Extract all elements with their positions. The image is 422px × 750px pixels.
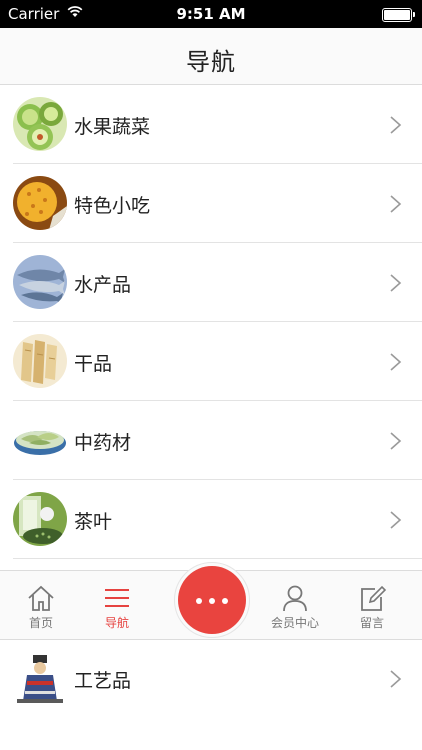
tab-home[interactable]: 首页 xyxy=(6,571,76,639)
more-icon xyxy=(178,566,246,634)
herbal-medicine-thumbnail xyxy=(13,413,67,467)
more-button[interactable] xyxy=(174,562,250,638)
tab-label: 留言 xyxy=(359,616,384,630)
dried-goods-thumbnail xyxy=(13,334,67,388)
chevron-right-icon xyxy=(390,670,402,688)
fruit-vegetable-thumbnail xyxy=(13,97,67,151)
list-item-tea[interactable]: 茶叶 xyxy=(0,480,422,559)
list-item-herbal-medicine[interactable]: 中药材 xyxy=(0,401,422,480)
menu-icon xyxy=(105,589,129,607)
navigation-bar: 导航 xyxy=(0,28,422,85)
handicraft-thumbnail xyxy=(13,651,67,705)
battery-icon xyxy=(382,8,415,22)
tab-label: 导航 xyxy=(104,616,129,630)
chevron-right-icon xyxy=(390,511,402,529)
list-item-label: 茶叶 xyxy=(74,511,113,533)
dot xyxy=(222,598,228,604)
chevron-right-icon xyxy=(390,116,402,134)
tab-bar: 首页 导航 会员中心 留言 xyxy=(0,562,422,640)
separator xyxy=(13,558,422,559)
dot xyxy=(209,598,215,604)
chevron-right-icon xyxy=(390,195,402,213)
list-item-label: 水产品 xyxy=(74,274,132,296)
list-item-dried-goods[interactable]: 干品 xyxy=(0,322,422,401)
tab-member-center[interactable]: 会员中心 xyxy=(259,571,331,639)
list-item-handicraft[interactable]: 工艺品 xyxy=(0,639,422,718)
list-item-label: 工艺品 xyxy=(74,670,132,692)
snack-thumbnail xyxy=(13,176,67,230)
clock: 9:51 AM xyxy=(176,5,246,23)
list-item-label: 干品 xyxy=(74,353,113,375)
list-item-fruit-vegetable[interactable]: 水果蔬菜 xyxy=(0,85,422,164)
list-item-snack[interactable]: 特色小吃 xyxy=(0,164,422,243)
chevron-right-icon xyxy=(390,432,402,450)
list-item-label: 中药材 xyxy=(74,432,132,454)
user-icon xyxy=(283,585,307,612)
edit-icon xyxy=(361,585,387,611)
tab-message[interactable]: 留言 xyxy=(337,571,407,639)
tab-label: 首页 xyxy=(28,616,53,630)
chevron-right-icon xyxy=(390,274,402,292)
tea-thumbnail xyxy=(13,492,67,546)
dot xyxy=(196,598,202,604)
page-title: 导航 xyxy=(186,48,236,76)
tab-label: 会员中心 xyxy=(270,616,319,630)
list-item-label: 特色小吃 xyxy=(74,195,151,217)
tab-nav[interactable]: 导航 xyxy=(82,571,152,639)
list-item-label: 水果蔬菜 xyxy=(74,116,151,138)
seafood-thumbnail xyxy=(13,255,67,309)
list-item-seafood[interactable]: 水产品 xyxy=(0,243,422,322)
chevron-right-icon xyxy=(390,353,402,371)
home-icon xyxy=(28,585,54,611)
status-bar: Carrier 9:51 AM xyxy=(0,0,422,28)
